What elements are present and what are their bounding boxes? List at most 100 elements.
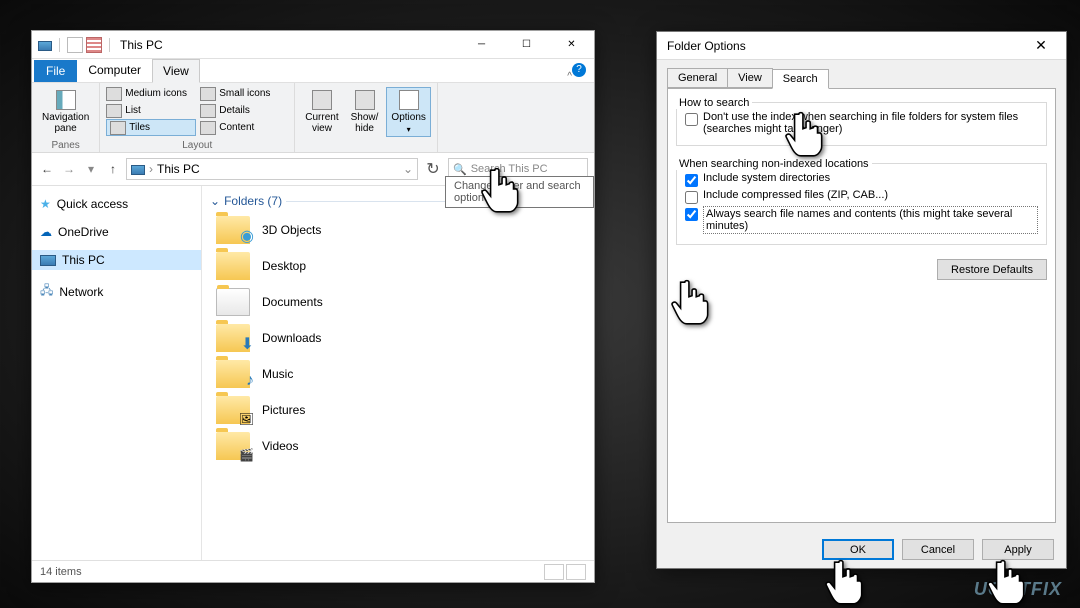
sidebar-item-onedrive[interactable]: ☁OneDrive <box>32 222 201 242</box>
minimize-button[interactable]: ─ <box>459 31 504 59</box>
folder-icon: ⬇ <box>216 324 250 352</box>
search-icon: 🔍 <box>453 163 467 176</box>
chevron-down-icon: ▾ <box>407 125 411 134</box>
content-area: ⌄ Folders (7) ◉3D Objects Desktop Docume… <box>202 186 594 560</box>
folder-icon: 🖼 <box>216 396 250 424</box>
folder-downloads[interactable]: ⬇Downloads <box>210 320 586 356</box>
layout-list[interactable]: List <box>106 102 200 119</box>
chevron-up-icon[interactable]: ^ <box>567 71 572 82</box>
large-icons-view-button[interactable] <box>566 564 586 580</box>
options-button[interactable]: Options▾ <box>386 87 430 137</box>
close-button[interactable]: ✕ <box>1026 37 1056 54</box>
qat-properties-icon[interactable] <box>67 37 83 53</box>
hand-pointer-icon <box>670 278 712 328</box>
options-icon <box>399 90 419 110</box>
checkbox-dont-use-index[interactable]: Don't use the index when searching in fi… <box>685 111 1038 135</box>
layout-small-icons[interactable]: Small icons <box>200 85 286 102</box>
sidebar-item-network[interactable]: 🖧Network <box>32 278 201 305</box>
ribbon-group-panes: Navigation pane Panes <box>32 83 100 152</box>
show-hide-icon <box>355 90 375 110</box>
pc-icon <box>38 41 52 51</box>
tab-computer[interactable]: Computer <box>77 58 152 82</box>
address-bar[interactable]: › This PC ⌄ <box>126 158 418 180</box>
tiles-icon <box>110 121 126 135</box>
group-label: Panes <box>38 139 93 152</box>
groupbox-non-indexed: When searching non-indexed locations Inc… <box>676 160 1047 245</box>
window-title: This PC <box>120 38 163 52</box>
breadcrumb[interactable]: This PC <box>157 162 200 176</box>
folder-options-dialog: Folder Options ✕ General View Search How… <box>656 31 1067 569</box>
folder-icon: 🎬 <box>216 432 250 460</box>
ok-button[interactable]: OK <box>822 539 894 560</box>
sidebar-item-quick-access[interactable]: ★Quick access <box>32 194 201 214</box>
up-button[interactable]: ↑ <box>104 162 122 176</box>
pc-icon <box>40 255 56 266</box>
small-icons-icon <box>200 87 216 101</box>
maximize-button[interactable]: ☐ <box>504 31 549 59</box>
ribbon-group-layout: Medium icons Small icons List Details Ti… <box>100 83 295 152</box>
tab-view[interactable]: View <box>727 68 773 88</box>
folder-pictures[interactable]: 🖼Pictures <box>210 392 586 428</box>
folder-videos[interactable]: 🎬Videos <box>210 428 586 464</box>
tab-search[interactable]: Search <box>772 69 829 89</box>
hand-pointer-icon <box>824 558 866 608</box>
groupbox-how-to-search: How to search Don't use the index when s… <box>676 99 1047 146</box>
network-icon: 🖧 <box>40 281 53 302</box>
layout-medium-icons[interactable]: Medium icons <box>106 85 200 102</box>
item-count: 14 items <box>40 566 82 578</box>
navigation-pane-button[interactable]: Navigation pane <box>38 88 93 136</box>
folder-icon <box>216 288 250 316</box>
tab-general[interactable]: General <box>667 68 728 88</box>
search-tab-pane: How to search Don't use the index when s… <box>667 88 1056 523</box>
pc-icon <box>131 165 145 175</box>
checkbox-include-compressed[interactable]: Include compressed files (ZIP, CAB...) <box>685 189 1038 204</box>
folder-3d-objects[interactable]: ◉3D Objects <box>210 212 586 248</box>
folder-icon: ♪ <box>216 360 250 388</box>
help-icon[interactable]: ? <box>572 63 586 77</box>
nav-sidebar: ★Quick access ☁OneDrive This PC 🖧Network <box>32 186 202 560</box>
chevron-down-icon[interactable]: ⌄ <box>403 162 413 176</box>
folder-icon <box>216 252 250 280</box>
folder-documents[interactable]: Documents <box>210 284 586 320</box>
divider <box>59 38 60 52</box>
nav-pane-icon <box>56 90 76 110</box>
dialog-tabs: General View Search <box>657 60 1066 88</box>
layout-tiles[interactable]: Tiles <box>106 119 196 136</box>
hand-pointer-icon <box>480 166 522 216</box>
restore-defaults-button[interactable]: Restore Defaults <box>937 259 1047 280</box>
titlebar[interactable]: This PC ─ ☐ ✕ <box>32 31 594 59</box>
show-hide-button[interactable]: Show/ hide <box>347 88 383 136</box>
hand-pointer-icon <box>784 110 826 160</box>
chevron-right-icon: › <box>149 162 153 176</box>
sidebar-item-this-pc[interactable]: This PC <box>32 250 201 270</box>
details-icon <box>200 104 216 118</box>
cancel-button[interactable]: Cancel <box>902 539 974 560</box>
list-icon <box>106 104 122 118</box>
current-view-button[interactable]: Current view <box>301 88 342 136</box>
dialog-title: Folder Options <box>667 39 746 53</box>
file-explorer-window: This PC ─ ☐ ✕ File Computer View ^ ? Nav… <box>31 30 595 583</box>
apply-button[interactable]: Apply <box>982 539 1054 560</box>
star-icon: ★ <box>40 197 51 211</box>
layout-details[interactable]: Details <box>200 102 286 119</box>
layout-content[interactable]: Content <box>200 119 286 136</box>
forward-button[interactable]: → <box>60 162 78 176</box>
group-label: Layout <box>106 139 288 152</box>
folder-desktop[interactable]: Desktop <box>210 248 586 284</box>
chevron-down-icon: ⌄ <box>210 194 220 208</box>
qat-new-folder-icon[interactable] <box>86 37 102 53</box>
checkbox-include-system-directories[interactable]: Include system directories <box>685 172 1038 187</box>
back-button[interactable]: ← <box>38 162 56 176</box>
divider <box>109 38 110 52</box>
details-view-button[interactable] <box>544 564 564 580</box>
refresh-button[interactable]: ↻ <box>422 159 444 179</box>
tab-file[interactable]: File <box>34 60 77 82</box>
dialog-titlebar[interactable]: Folder Options ✕ <box>657 32 1066 60</box>
close-button[interactable]: ✕ <box>549 31 594 59</box>
medium-icons-icon <box>106 87 122 101</box>
recent-dropdown[interactable]: ▾ <box>82 162 100 176</box>
folder-music[interactable]: ♪Music <box>210 356 586 392</box>
checkbox-always-search-contents[interactable]: Always search file names and contents (t… <box>685 206 1038 234</box>
folder-icon: ◉ <box>216 216 250 244</box>
tab-view[interactable]: View <box>152 59 200 83</box>
